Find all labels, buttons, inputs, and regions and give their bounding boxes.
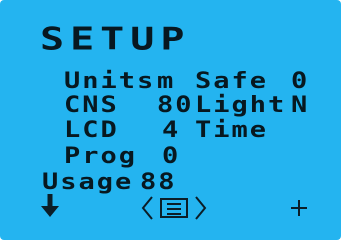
units-value: m: [157, 68, 176, 94]
prog-value: 0: [162, 143, 181, 169]
page-title: SETUP: [40, 21, 191, 58]
safe-value: 0: [291, 68, 310, 94]
usage-value: 88: [140, 169, 177, 195]
light-label: Light: [195, 92, 287, 118]
units-label: Units: [64, 68, 156, 94]
lcd-value: 4: [162, 117, 181, 143]
time-label: Time: [195, 117, 269, 143]
cns-value: 80: [157, 92, 194, 118]
lcd-screen: SETUP Units m Safe 0 CNS 80 Light N LCD …: [0, 0, 341, 240]
chevron-right-icon[interactable]: [195, 195, 207, 221]
lcd-label: LCD: [64, 117, 119, 143]
safe-label: Safe: [195, 68, 269, 94]
chevron-left-icon[interactable]: [141, 195, 153, 221]
cns-label: CNS: [64, 92, 119, 118]
menu-icon[interactable]: [160, 198, 188, 218]
usage-label: Usage: [42, 169, 134, 195]
light-value: N: [291, 92, 310, 118]
plus-icon[interactable]: [290, 199, 308, 217]
prog-label: Prog: [64, 143, 138, 169]
arrow-down-icon[interactable]: [41, 194, 59, 218]
